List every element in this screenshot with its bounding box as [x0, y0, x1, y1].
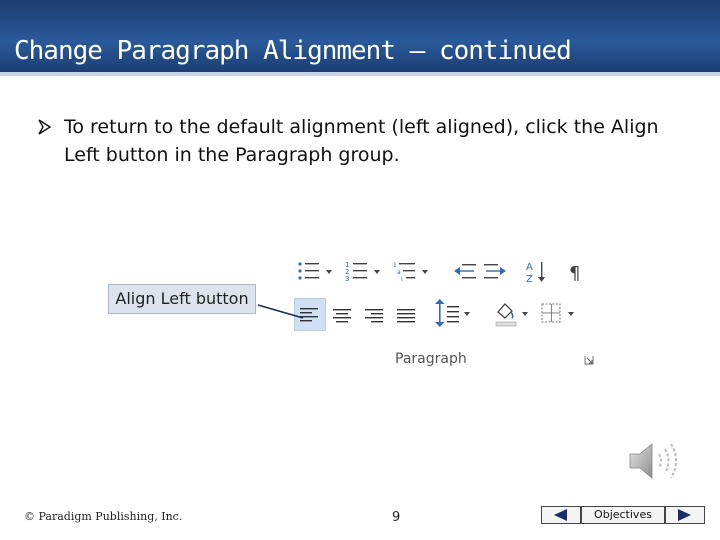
objectives-button[interactable]: Objectives	[581, 506, 665, 524]
title-stripe	[0, 72, 720, 76]
svg-text:a: a	[397, 269, 401, 276]
svg-text:¶: ¶	[569, 263, 580, 284]
align-right-icon[interactable]	[360, 300, 388, 332]
copyright-text: © Paradigm Publishing, Inc.	[24, 510, 183, 523]
page-number: 9	[392, 510, 401, 525]
bullets-icon[interactable]	[296, 256, 340, 288]
justify-icon[interactable]	[392, 300, 420, 332]
borders-icon[interactable]	[538, 298, 582, 330]
increase-indent-icon[interactable]	[482, 256, 508, 288]
svg-text:i: i	[401, 276, 403, 283]
next-slide-button[interactable]	[665, 506, 705, 524]
slide-title: Change Paragraph Alignment – continued	[14, 36, 572, 66]
previous-slide-button[interactable]	[541, 506, 581, 524]
numbering-icon[interactable]: 1 2 3	[344, 256, 388, 288]
center-icon[interactable]	[328, 300, 356, 332]
shading-icon[interactable]	[492, 298, 536, 330]
decrease-indent-icon[interactable]	[452, 256, 478, 288]
line-spacing-icon[interactable]	[430, 298, 476, 330]
title-bar: Change Paragraph Alignment – continued	[0, 0, 720, 76]
align-left-button[interactable]	[294, 298, 326, 331]
paragraph-group-label: Paragraph	[395, 351, 467, 367]
svg-text:Z: Z	[526, 274, 533, 285]
align-left-icon	[300, 308, 318, 322]
align-left-callout: Align Left button	[108, 284, 256, 314]
svg-text:A: A	[526, 262, 533, 273]
show-formatting-icon[interactable]: ¶	[566, 256, 590, 288]
sort-icon[interactable]: A Z	[524, 256, 550, 288]
multilevel-list-icon[interactable]: 1 a i	[392, 256, 436, 288]
svg-text:1: 1	[393, 262, 397, 269]
arrow-bullet-icon	[38, 119, 52, 135]
dialog-launcher-icon[interactable]	[584, 355, 594, 365]
svg-text:3: 3	[345, 275, 349, 283]
speaker-icon[interactable]	[626, 438, 686, 484]
bullet-text: To return to the default alignment (left…	[64, 116, 659, 166]
